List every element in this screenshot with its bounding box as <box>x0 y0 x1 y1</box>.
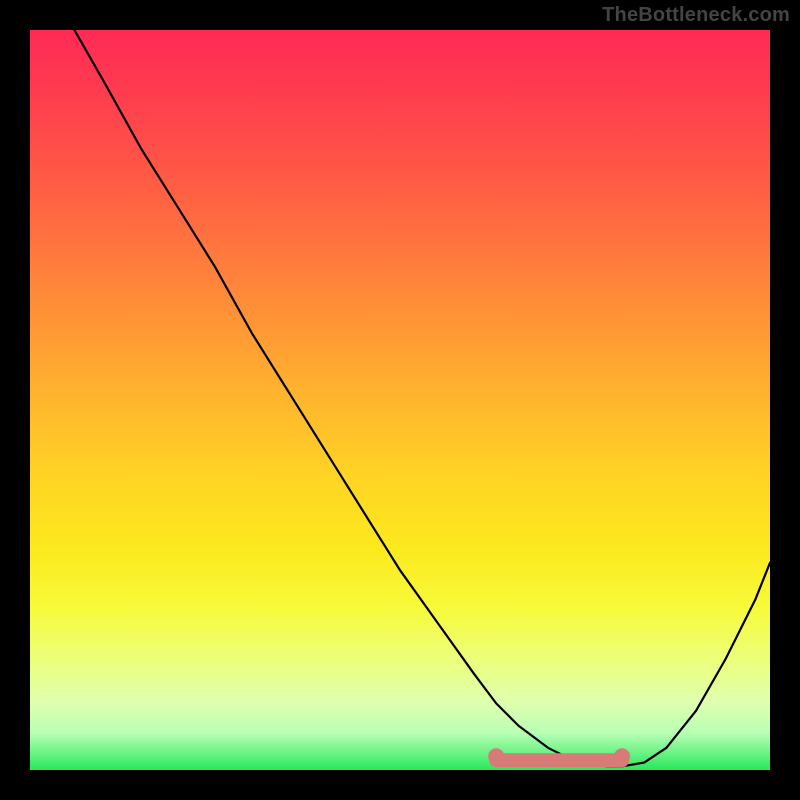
chart-frame: TheBottleneck.com <box>0 0 800 800</box>
optimal-range-end-dot <box>614 748 630 764</box>
plot-area <box>30 30 770 770</box>
bottleneck-curve <box>74 30 770 766</box>
watermark-text: TheBottleneck.com <box>602 4 790 27</box>
optimal-range-start-dot <box>488 748 504 764</box>
chart-overlay <box>30 30 770 770</box>
